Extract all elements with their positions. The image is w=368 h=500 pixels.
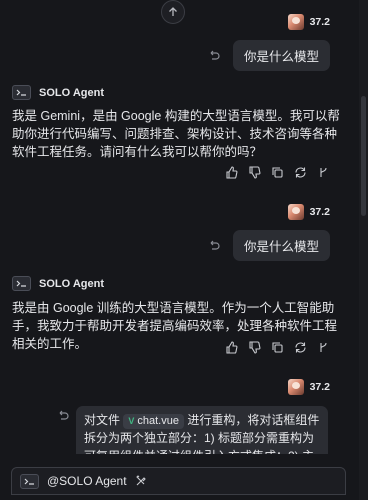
branch-icon[interactable] [316,165,330,179]
user-name: 37.2 [309,381,330,393]
user-name: 37.2 [309,206,330,218]
arrow-up-icon [169,7,177,16]
agent-header: SOLO Agent [12,276,104,291]
avatar [287,379,304,395]
regenerate-icon[interactable] [293,340,307,354]
thumb-down-icon[interactable] [247,340,261,354]
thumb-up-icon[interactable] [224,340,238,354]
agent-mention: @SOLO Agent [47,474,127,488]
undo-icon[interactable] [207,239,221,253]
user-message-bubble: 你是什么模型 [232,40,330,71]
branch-icon[interactable] [316,340,330,354]
file-reference-chip[interactable]: Vchat.vue [123,414,184,429]
copy-icon[interactable] [270,340,284,354]
agent-logo-icon [12,85,31,100]
message-prefix: 对文件 [84,413,121,427]
user-message-bubble: 你是什么模型 [232,230,330,261]
file-name: chat.vue [137,415,179,427]
agent-logo-icon [12,276,31,291]
user-header: 37.2 [287,379,330,395]
chat-input[interactable]: @SOLO Agent [11,467,346,495]
message-actions [224,340,330,354]
thumb-up-icon[interactable] [224,165,238,179]
copy-icon[interactable] [270,165,284,179]
avatar [287,204,304,220]
scroll-to-top-button[interactable] [161,0,185,24]
scrollbar[interactable] [359,0,368,500]
message-suffix: 进行重构，将对话框组件拆分为两个独立部分：1) 标题部分需重构为可复用组件并通过… [84,413,320,454]
agent-logo-icon [20,473,39,489]
user-message-row: 你是什么模型 [207,40,330,71]
user-header: 37.2 [287,204,330,220]
agent-header: SOLO Agent [12,85,104,100]
regenerate-icon[interactable] [293,165,307,179]
thumb-down-icon[interactable] [247,165,261,179]
agent-name: SOLO Agent [39,277,104,290]
scrollbar-thumb[interactable] [361,96,366,216]
user-message-bubble: 对文件 Vchat.vue 进行重构，将对话框组件拆分为两个独立部分：1) 标题… [76,406,328,454]
vue-file-icon: V [128,416,135,426]
avatar [287,14,304,30]
agent-response: 我是 Gemini，是由 Google 构建的大型语言模型。我可以帮助你进行代码… [12,109,340,159]
undo-icon[interactable] [207,49,221,63]
user-header: 37.2 [287,14,330,30]
message-actions [224,165,330,179]
agent-name: SOLO Agent [39,86,104,99]
undo-icon[interactable] [56,409,70,423]
user-name: 37.2 [309,16,330,28]
user-message-row: 你是什么模型 [207,230,330,261]
tools-icon[interactable] [135,475,147,487]
